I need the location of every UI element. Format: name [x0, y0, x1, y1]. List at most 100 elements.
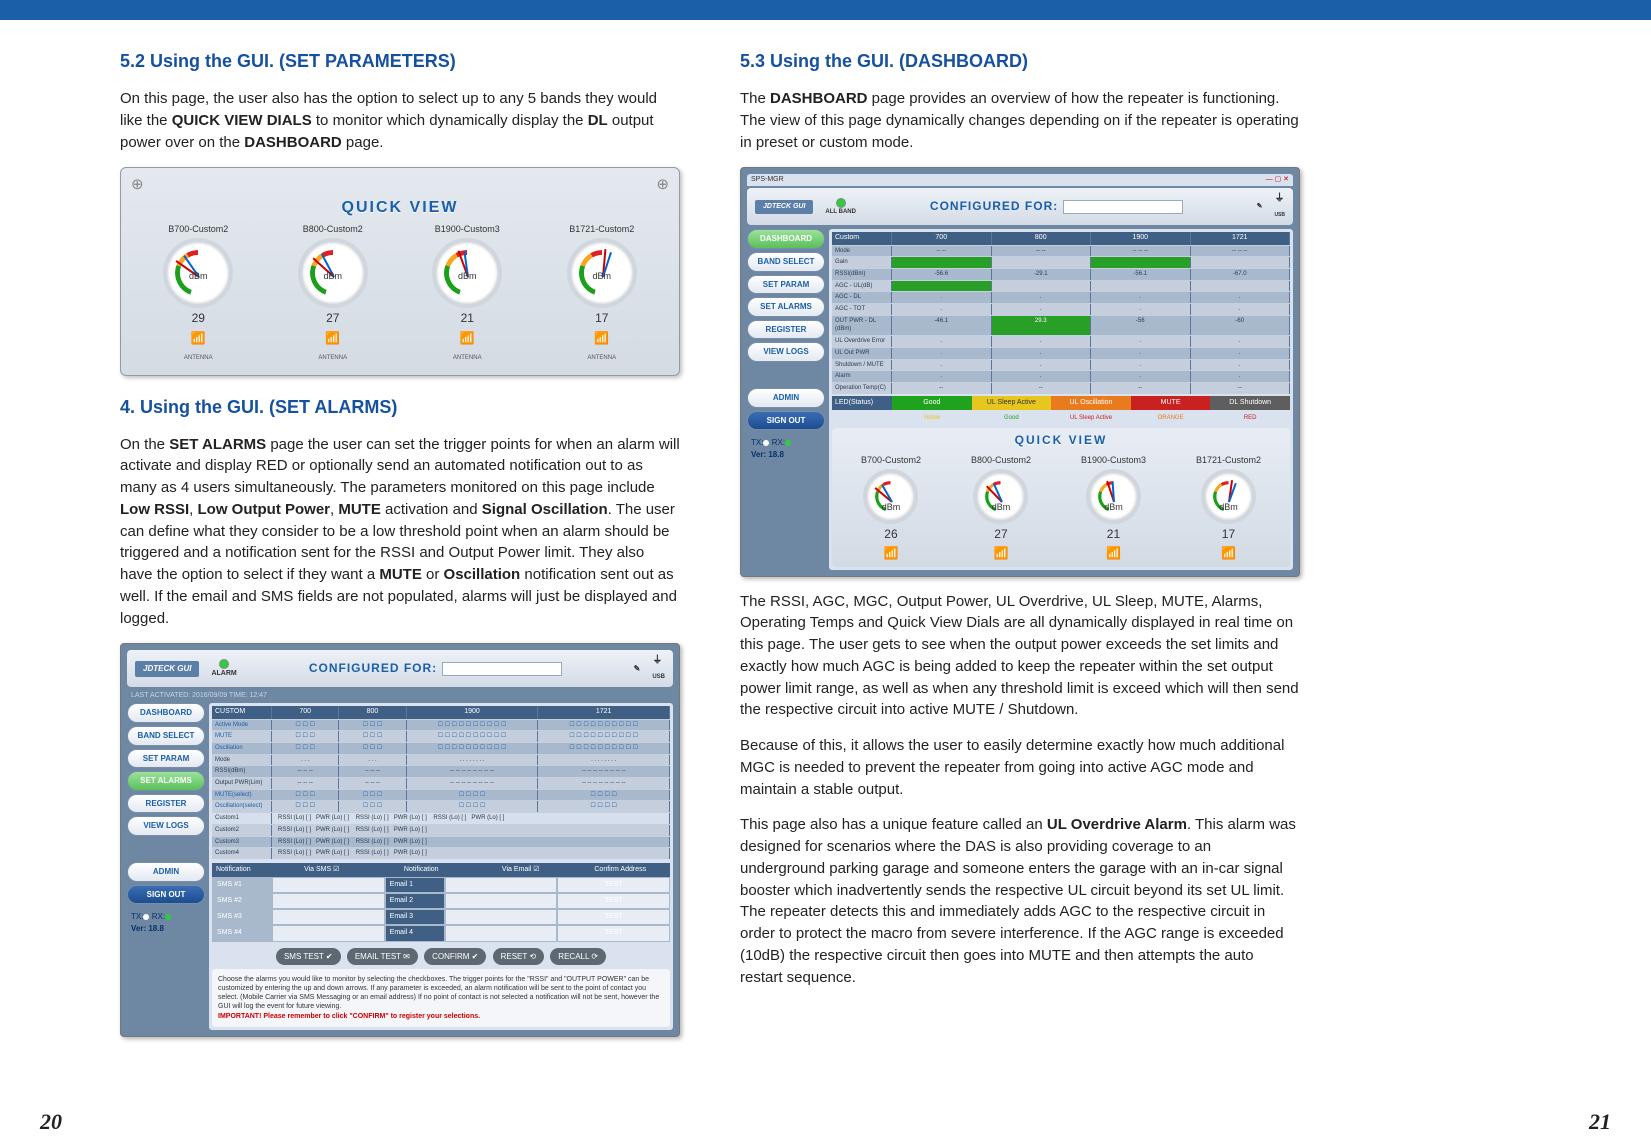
dial-2-value: 27 [298, 310, 368, 327]
heading-5-3: 5.3 Using the GUI. (DASHBOARD) [740, 48, 1300, 74]
sidebar-item-set-param[interactable]: SET PARAM [747, 275, 825, 295]
sidebar-item-sign-out[interactable]: SIGN OUT [127, 885, 205, 905]
sidebar-item-set-alarms[interactable]: SET ALARMS [747, 297, 825, 317]
dial-4: B1721-Custom2 dBm 17 📶ANTENNA [567, 223, 637, 364]
sidebar-item-band-select[interactable]: BAND SELECT [127, 726, 205, 746]
dial-2-label: B800-Custom2 [298, 223, 368, 236]
configured-for-label: CONFIGURED FOR: [930, 199, 1058, 213]
sidebar-item-set-alarms[interactable]: SET ALARMS [127, 771, 205, 791]
set-alarms-screenshot: JDTECK GUI ALARM CONFIGURED FOR: ✎ ⏚USB … [120, 643, 680, 1036]
sms-test-button[interactable]: SMS TEST ✔ [276, 948, 341, 966]
row-custom2: Custom2 [212, 825, 272, 836]
gauge-icon: dBm [1086, 469, 1141, 524]
usb-icon: ⏚USB [652, 654, 665, 683]
quickview-screenshot: ⊕ ⊕ QUICK VIEW B700-Custom2 dBm 29 📶ANTE… [120, 167, 680, 375]
last-activated: LAST ACTIVATED: 2016/09/09 TIME: 12:47 [127, 691, 673, 703]
antenna-icon: 📶 [861, 545, 921, 562]
sidebar-item-dashboard[interactable]: DASHBOARD [127, 703, 205, 723]
window-title: SPS-MGR [751, 175, 784, 185]
para-5-3-2: The RSSI, AGC, MGC, Output Power, UL Ove… [740, 591, 1300, 722]
col-1900: 1900 [1091, 232, 1191, 244]
dashboard-grid: Custom 700 800 1900 1721 Mode-- ---- ---… [829, 229, 1293, 569]
sidebar-item-admin[interactable]: ADMIN [127, 862, 205, 882]
sidebar-item-set-param[interactable]: SET PARAM [127, 749, 205, 769]
antenna-icon: 📶ANTENNA [432, 330, 502, 365]
reset-button[interactable]: RESET ⟲ [493, 948, 544, 966]
col-custom: CUSTOM [212, 706, 272, 718]
col-custom: Custom [832, 232, 892, 244]
email-test-button[interactable]: EMAIL TEST ✉ [347, 948, 418, 966]
notification-block: Notification Via SMS ☑ Notification Via … [212, 863, 670, 942]
para-5-2: On this page, the user also has the opti… [120, 88, 680, 153]
row-custom4: Custom4 [212, 848, 272, 859]
row-custom1: Custom1 [212, 813, 272, 824]
recall-button[interactable]: RECALL ⟳ [550, 948, 606, 966]
brand-logo: JDTECK GUI [135, 661, 199, 677]
dial-3-value: 21 [432, 310, 502, 327]
sidebar: DASHBOARD BAND SELECT SET PARAM SET ALAR… [747, 229, 825, 569]
top-accent-bar [0, 0, 1651, 20]
confirm-button[interactable]: CONFIRM ✔ [424, 948, 486, 966]
sidebar-item-view-logs[interactable]: VIEW LOGS [747, 342, 825, 362]
row-mute: MUTE [212, 731, 272, 742]
configured-for-field [442, 662, 562, 676]
antenna-icon: 📶ANTENNA [163, 330, 233, 365]
alarms-grid: CUSTOM 700 800 1900 1721 Active Mode☐ ☐ … [209, 703, 673, 1029]
all-band-label: ALL BAND [825, 208, 856, 217]
gauge-icon: dBm [163, 238, 233, 308]
dial-2: B800-Custom2 dBm 27 📶ANTENNA [298, 223, 368, 364]
gauge-icon: dBm [1201, 469, 1256, 524]
antenna-icon: 📶ANTENNA [567, 330, 637, 365]
sidebar-item-sign-out[interactable]: SIGN OUT [747, 411, 825, 431]
notif-header: Notification [212, 863, 272, 877]
antenna-icon: 📶 [1196, 545, 1261, 562]
para-4: On the SET ALARMS page the user can set … [120, 434, 680, 630]
gauge-icon: dBm [973, 469, 1028, 524]
usb-icon: ⏚USB [1274, 192, 1285, 221]
quickview-title: QUICK VIEW [131, 196, 669, 219]
col-800: 800 [992, 232, 1092, 244]
notif-confirm: Confirm Address [571, 863, 671, 877]
configured-for-field [1063, 200, 1183, 214]
expand-left-icon: ⊕ [131, 174, 144, 196]
row-custom3: Custom3 [212, 837, 272, 848]
alarm-label: ALARM [211, 669, 236, 679]
heading-5-2: 5.2 Using the GUI. (SET PARAMETERS) [120, 48, 680, 74]
row-oscillation: Oscillation [212, 743, 272, 754]
sidebar-item-register[interactable]: REGISTER [747, 320, 825, 340]
sidebar-item-register[interactable]: REGISTER [127, 794, 205, 814]
notif-via-sms: Via SMS ☑ [272, 863, 372, 877]
page-left: 5.2 Using the GUI. (SET PARAMETERS) On t… [120, 40, 680, 1051]
gauge-icon: dBm [298, 238, 368, 308]
col-700: 700 [892, 232, 992, 244]
sidebar-item-admin[interactable]: ADMIN [747, 388, 825, 408]
alarm-indicator-icon [219, 659, 229, 669]
col-800: 800 [339, 706, 406, 718]
alarm-indicator-icon [836, 198, 846, 208]
dial-3: B1900-Custom3 dBm 21 📶ANTENNA [432, 223, 502, 364]
pencil-icon: ✎ [1257, 202, 1263, 212]
dial-4-label: B1721-Custom2 [567, 223, 637, 236]
page-number-right: 21 [1589, 1106, 1611, 1138]
pencil-icon: ✎ [634, 663, 641, 675]
sidebar-item-band-select[interactable]: BAND SELECT [747, 252, 825, 272]
dial-1-value: 29 [163, 310, 233, 327]
notif-header2: Notification [372, 863, 472, 877]
antenna-icon: 📶ANTENNA [298, 330, 368, 365]
row-active-mode: Active Mode [212, 720, 272, 731]
dial-3-label: B1900-Custom3 [432, 223, 502, 236]
heading-4: 4. Using the GUI. (SET ALARMS) [120, 394, 680, 420]
gauge-icon: dBm [432, 238, 502, 308]
gauge-icon: dBm [863, 469, 918, 524]
sidebar-item-dashboard[interactable]: DASHBOARD [747, 229, 825, 249]
row-rssi: RSSI(dBm) [212, 766, 272, 777]
dial-1-label: B700-Custom2 [163, 223, 233, 236]
status-color-key: LED(Status) Good UL Sleep Active UL Osci… [832, 396, 1290, 410]
col-1900: 1900 [407, 706, 539, 718]
col-700: 700 [272, 706, 339, 718]
quickview-embedded: QUICK VIEW B700-Custom2dBm26📶 B800-Custo… [832, 428, 1290, 566]
footer-helptext: Choose the alarms you would like to moni… [212, 969, 670, 1026]
col-1721: 1721 [1191, 232, 1291, 244]
sidebar-item-view-logs[interactable]: VIEW LOGS [127, 816, 205, 836]
gauge-icon: dBm [567, 238, 637, 308]
